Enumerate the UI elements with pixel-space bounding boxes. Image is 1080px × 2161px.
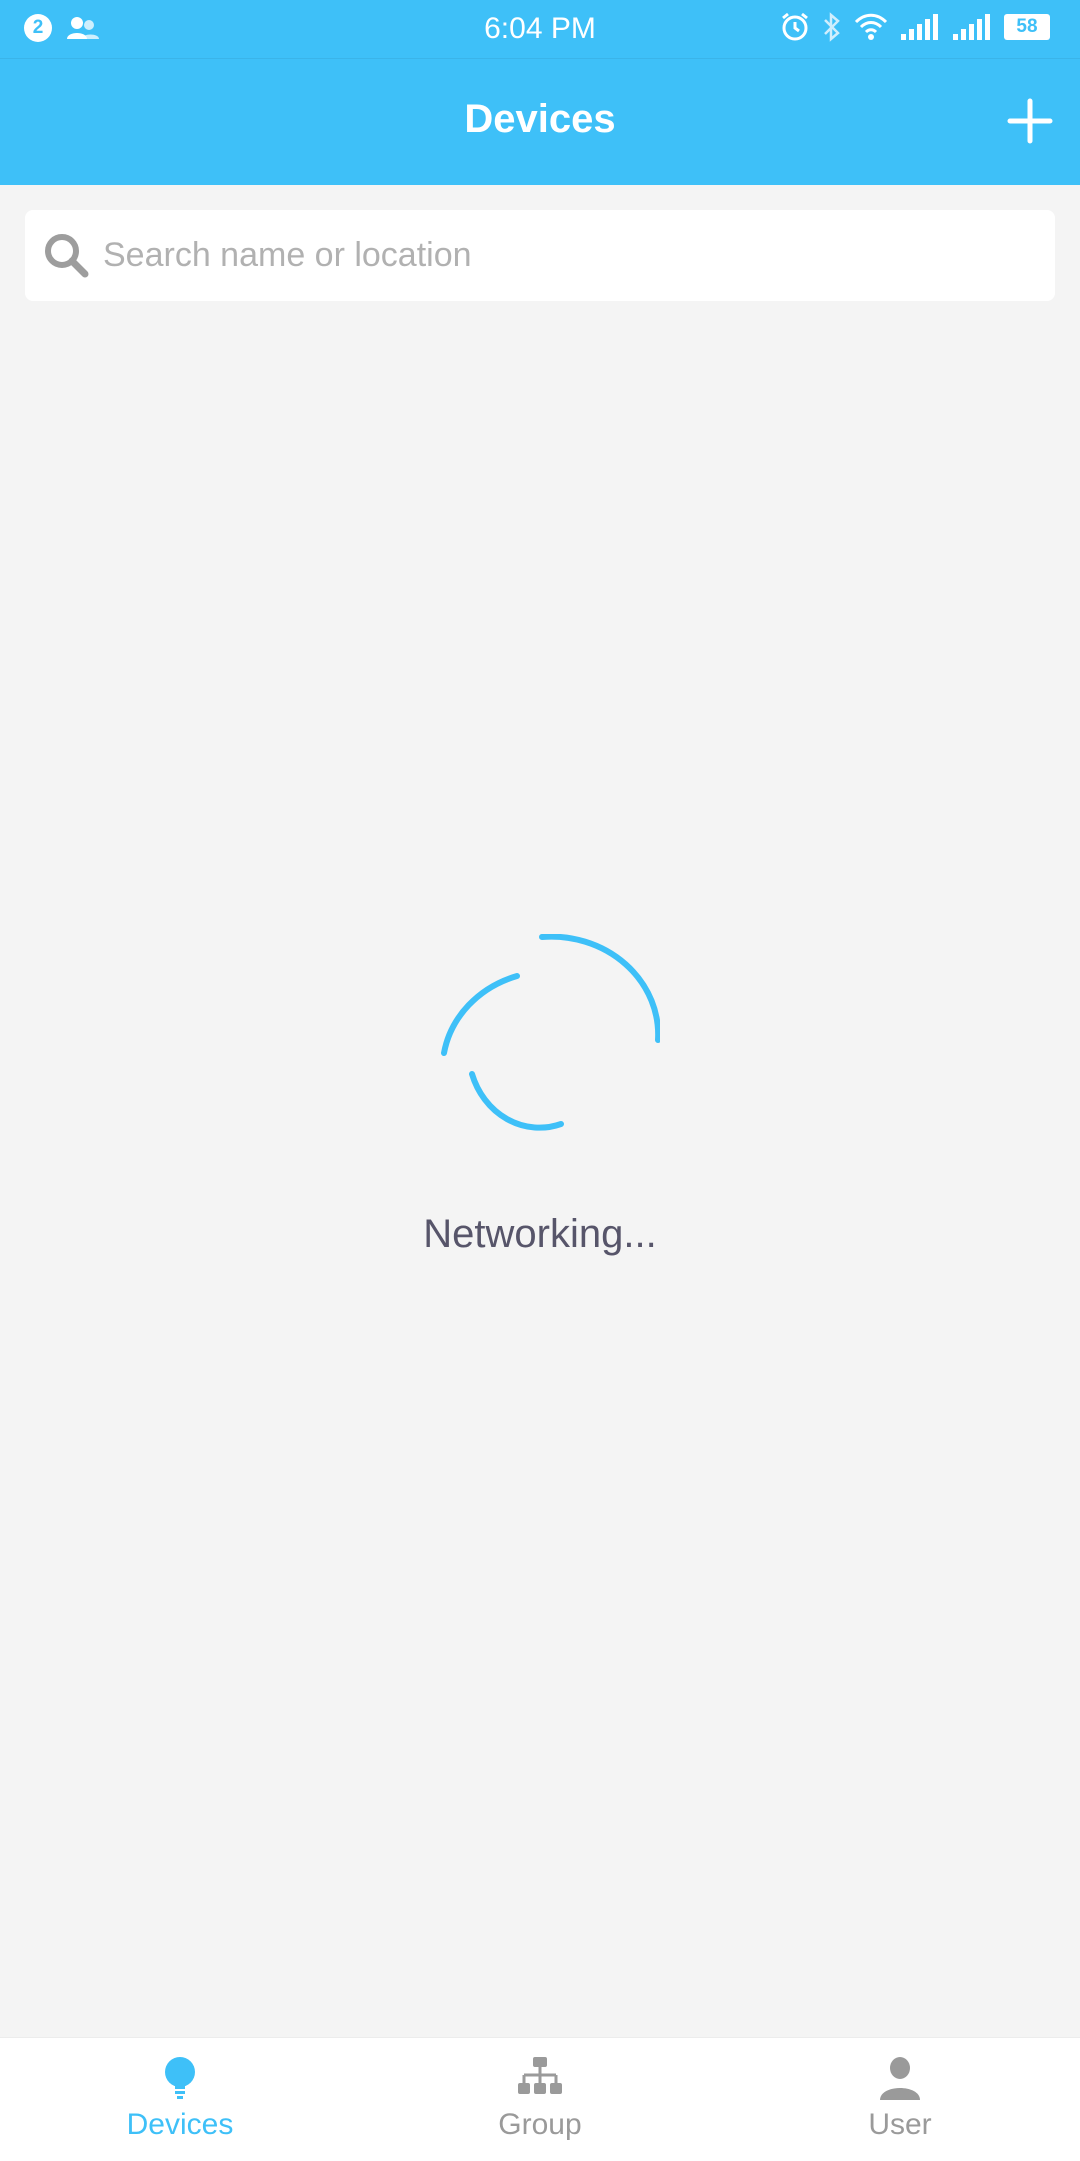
tab-group[interactable]: Group bbox=[360, 2038, 720, 2161]
signal-2-icon bbox=[953, 14, 990, 40]
wifi-icon bbox=[854, 13, 888, 40]
bluetooth-icon bbox=[824, 12, 840, 42]
app-bar: Devices bbox=[0, 58, 1080, 185]
status-bar-right: 58 bbox=[780, 12, 1050, 42]
group-hierarchy-icon bbox=[518, 2057, 562, 2094]
search-input[interactable] bbox=[101, 235, 1005, 276]
battery-icon: 58 bbox=[1004, 14, 1050, 40]
tab-label-user: User bbox=[868, 2108, 932, 2141]
bottom-tab-bar: Devices Group User bbox=[0, 2037, 1080, 2161]
tab-devices[interactable]: Devices bbox=[0, 2038, 360, 2161]
alarm-icon bbox=[782, 12, 808, 41]
search-bar[interactable] bbox=[25, 210, 1055, 301]
user-icon bbox=[880, 2057, 920, 2100]
page-title: Devices bbox=[464, 97, 616, 141]
lightbulb-icon bbox=[165, 2057, 195, 2099]
search-icon bbox=[45, 233, 89, 277]
tab-label-devices: Devices bbox=[126, 2108, 234, 2141]
loading-spinner bbox=[441, 934, 660, 1131]
add-device-button[interactable] bbox=[1004, 95, 1056, 147]
status-bar: 2 6:04 PM 58 bbox=[0, 0, 1080, 58]
loading-text: Networking... bbox=[423, 1212, 657, 1256]
plus-icon bbox=[1007, 98, 1053, 144]
signal-1-icon bbox=[901, 14, 938, 40]
tab-label-group: Group bbox=[498, 2108, 582, 2141]
tab-user[interactable]: User bbox=[720, 2038, 1080, 2161]
